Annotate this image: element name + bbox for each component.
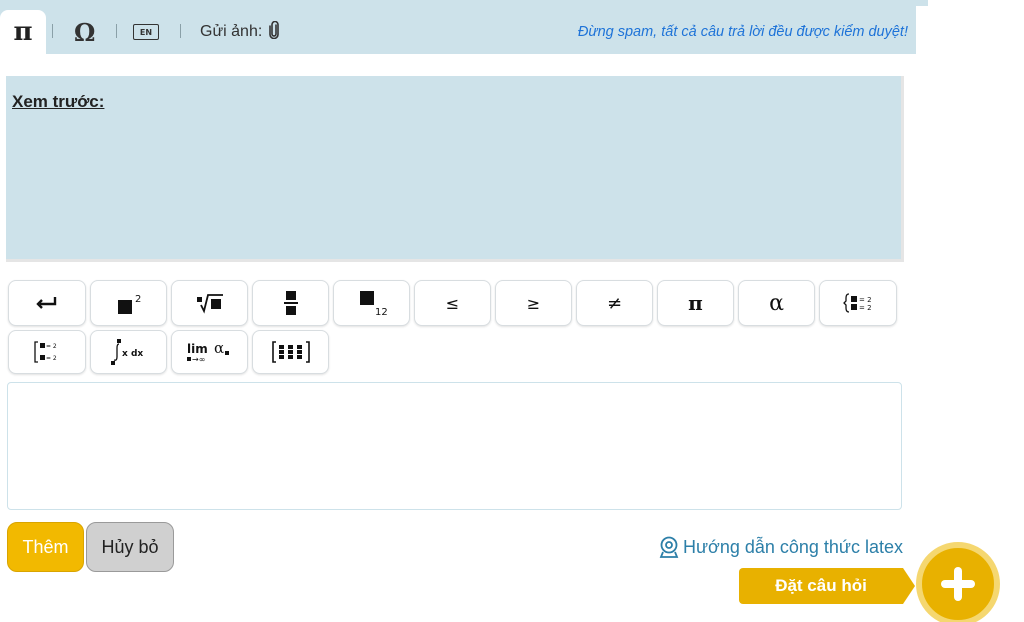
webcam-icon bbox=[659, 536, 679, 558]
bracket-system-icon: = 2 = 2 bbox=[34, 341, 57, 363]
matrix-icon bbox=[271, 341, 310, 363]
nth-root-icon bbox=[196, 294, 223, 314]
upload-image-button[interactable]: Gửi ảnh: bbox=[200, 10, 280, 54]
geq-key[interactable]: ≥ bbox=[495, 280, 572, 326]
svg-text:= 2: = 2 bbox=[859, 304, 872, 312]
preview-title: Xem trước: bbox=[12, 92, 105, 111]
toolbar-separator bbox=[180, 24, 181, 38]
toolbar-separator bbox=[52, 24, 53, 38]
nth-root-key[interactable] bbox=[171, 280, 248, 326]
subscript-icon: 12 bbox=[359, 291, 388, 317]
latex-guide-link[interactable]: Hướng dẫn công thức latex bbox=[658, 536, 903, 558]
tab-keyboard[interactable]: EN bbox=[133, 10, 159, 54]
matrix-key[interactable] bbox=[252, 330, 329, 374]
svg-text:x dx: x dx bbox=[122, 349, 143, 359]
svg-text:= 2: = 2 bbox=[46, 343, 57, 350]
upload-image-label: Gửi ảnh: bbox=[200, 23, 263, 40]
add-button[interactable]: Thêm bbox=[7, 522, 84, 572]
ask-question-arrow bbox=[903, 568, 915, 604]
answer-input[interactable] bbox=[7, 382, 902, 510]
page: π Ω EN Gửi ảnh: Đừng spam, tất cả câu tr… bbox=[0, 0, 1024, 622]
pi-icon: π bbox=[13, 17, 33, 47]
ask-question-fab[interactable] bbox=[916, 542, 1000, 622]
system-of-equations-icon: = 2= 2 bbox=[843, 293, 872, 313]
omega-icon: Ω bbox=[74, 17, 96, 47]
fraction-icon bbox=[283, 291, 298, 315]
ask-question-button[interactable]: Đặt câu hỏi bbox=[739, 568, 903, 604]
paperclip-icon bbox=[268, 20, 280, 43]
svg-text:= 2: = 2 bbox=[859, 296, 872, 304]
preview-box: Xem trước: bbox=[6, 76, 904, 262]
subscript-key[interactable]: 12 bbox=[333, 280, 410, 326]
cancel-button[interactable]: Hủy bỏ bbox=[86, 522, 174, 572]
latex-guide-label: Hướng dẫn công thức latex bbox=[682, 536, 903, 557]
enter-icon bbox=[36, 297, 57, 309]
svg-text:12: 12 bbox=[375, 307, 388, 317]
power-key[interactable]: 2 bbox=[90, 280, 167, 326]
svg-text:α: α bbox=[214, 339, 224, 357]
toolbar-separator bbox=[116, 24, 117, 38]
tab-math-symbols[interactable]: π bbox=[0, 10, 46, 54]
pi-key[interactable]: π bbox=[657, 280, 734, 326]
limit-icon: lim→∞ α bbox=[186, 339, 229, 364]
svg-text:= 2: = 2 bbox=[46, 355, 57, 362]
integral-icon: x dx bbox=[110, 339, 143, 365]
integral-key[interactable]: x dx bbox=[90, 330, 167, 374]
limit-key[interactable]: lim →∞ α bbox=[171, 330, 248, 374]
moderation-notice: Đừng spam, tất cả câu trả lời đều được k… bbox=[577, 24, 908, 40]
bracket-system-key[interactable]: = 2 = 2 bbox=[8, 330, 86, 374]
keyboard-icon: EN bbox=[133, 24, 159, 40]
leq-key[interactable]: ≤ bbox=[414, 280, 491, 326]
plus-icon bbox=[941, 567, 975, 601]
svg-text:lim: lim bbox=[187, 342, 208, 356]
neq-key[interactable]: ≠ bbox=[576, 280, 653, 326]
svg-text:2: 2 bbox=[135, 294, 141, 305]
enter-key[interactable] bbox=[8, 280, 86, 326]
editor-content: Xem trước: 2 12 ≤ ≥ ≠ π α = 2 = 2 = 2 = … bbox=[0, 54, 916, 603]
system-key[interactable]: = 2 = 2 bbox=[819, 280, 897, 326]
editor-toolbar: π Ω EN Gửi ảnh: Đừng spam, tất cả câu tr… bbox=[0, 10, 916, 54]
power-icon: 2 bbox=[117, 294, 141, 314]
tab-special-characters[interactable]: Ω bbox=[74, 10, 95, 54]
alpha-key[interactable]: α bbox=[738, 280, 815, 326]
fraction-key[interactable] bbox=[252, 280, 329, 326]
svg-text:→∞: →∞ bbox=[192, 355, 205, 364]
